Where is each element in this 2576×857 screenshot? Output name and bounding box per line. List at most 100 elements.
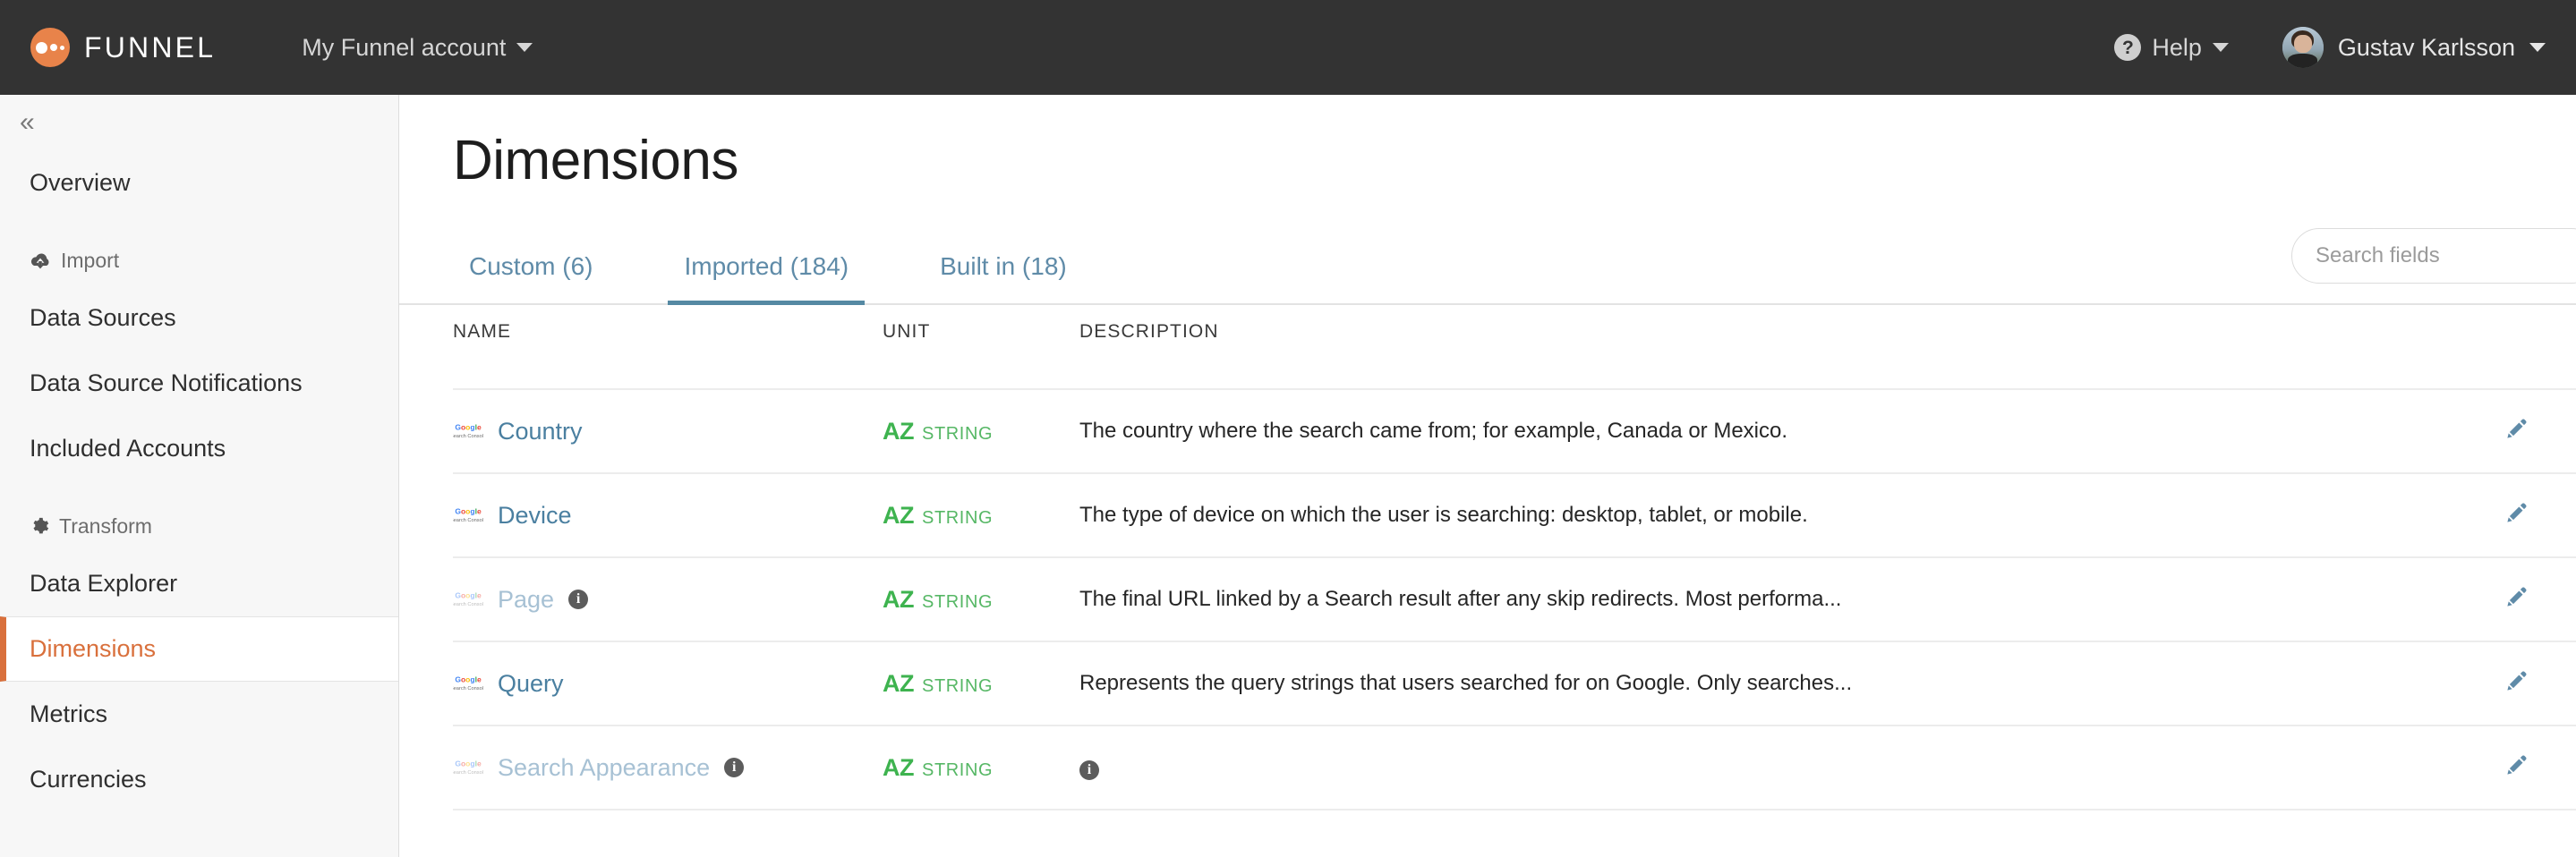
- dimension-name[interactable]: Search Appearance: [498, 754, 710, 782]
- sidebar-item-data-sources[interactable]: Data Sources: [0, 285, 398, 351]
- dimension-name-cell: Google Search Console Search Appearance …: [453, 754, 883, 782]
- user-name: Gustav Karlsson: [2337, 33, 2515, 61]
- tab-bar: Custom (6) Imported (184) Built in (18): [399, 226, 2576, 305]
- avatar: [2282, 27, 2324, 68]
- svg-text:Google: Google: [455, 422, 482, 431]
- account-label: My Funnel account: [302, 33, 507, 61]
- column-header-name[interactable]: NAME: [453, 305, 883, 355]
- dimension-name-cell: Google Search Console Country: [453, 418, 883, 445]
- svg-text:Search Console: Search Console: [453, 602, 483, 607]
- pencil-icon[interactable]: [2503, 668, 2529, 695]
- google-search-console-icon: Google Search Console: [453, 590, 483, 607]
- sidebar-item-label: Currencies: [30, 766, 147, 793]
- sidebar-item-data-explorer[interactable]: Data Explorer: [0, 551, 398, 616]
- tab-imported[interactable]: Imported (184): [668, 252, 866, 305]
- sidebar-item-currencies[interactable]: Currencies: [0, 747, 398, 812]
- table-row[interactable]: Google Search Console Query AZ STRING: [453, 641, 2576, 726]
- table-row[interactable]: Google Search Console Country AZ STRING: [453, 389, 2576, 474]
- sidebar-item-overview[interactable]: Overview: [0, 150, 398, 216]
- unit-type: STRING: [922, 591, 994, 612]
- top-bar: FUNNEL My Funnel account ? Help Gustav K…: [0, 0, 2576, 95]
- sidebar-item-metrics[interactable]: Metrics: [0, 682, 398, 747]
- unit-cell: AZ STRING: [883, 586, 1079, 614]
- sidebar-item-data-source-notifications[interactable]: Data Source Notifications: [0, 351, 398, 416]
- column-header-actions: [2503, 305, 2576, 355]
- user-menu[interactable]: Gustav Karlsson: [2282, 27, 2546, 68]
- sidebar-item-label: Included Accounts: [30, 435, 226, 462]
- pencil-icon[interactable]: [2503, 584, 2529, 611]
- sidebar-item-dimensions[interactable]: Dimensions: [0, 616, 398, 682]
- tab-built-in[interactable]: Built in (18): [924, 254, 1083, 305]
- svg-text:Google: Google: [455, 759, 482, 768]
- funnel-logo[interactable]: FUNNEL: [30, 28, 216, 67]
- unit-code: AZ: [883, 585, 915, 613]
- info-icon[interactable]: i: [568, 590, 589, 609]
- sidebar-item-label: Metrics: [30, 700, 107, 727]
- gear-icon: [30, 516, 49, 536]
- table-row-clipped[interactable]: -: [453, 355, 2576, 390]
- sidebar-item-included-accounts[interactable]: Included Accounts: [0, 416, 398, 481]
- google-search-console-icon: Google Search Console: [453, 675, 483, 692]
- table-row[interactable]: Google Search Console Device AZ STRING: [453, 473, 2576, 558]
- svg-text:Google: Google: [455, 675, 482, 683]
- search-fields-box[interactable]: [2291, 228, 2576, 284]
- chevron-down-icon: [2212, 43, 2229, 52]
- pencil-icon[interactable]: [2503, 500, 2529, 527]
- collapse-sidebar-icon[interactable]: «: [11, 106, 44, 140]
- google-search-console-icon: Google Search Console: [453, 506, 483, 523]
- dimension-name[interactable]: Query: [498, 670, 564, 698]
- sidebar: « Overview Import Data Sources Data Sour…: [0, 95, 399, 857]
- unit-type: STRING: [922, 759, 994, 780]
- pencil-icon[interactable]: [2503, 752, 2529, 779]
- svg-text:Search Console: Search Console: [453, 434, 483, 439]
- dimension-name[interactable]: Country: [498, 418, 583, 445]
- sidebar-item-label: Data Sources: [30, 304, 176, 331]
- chevron-down-icon: [2529, 43, 2546, 52]
- search-input[interactable]: [2316, 243, 2576, 268]
- table-head: NAME UNIT DESCRIPTION: [453, 305, 2576, 355]
- help-menu[interactable]: ? Help: [2114, 34, 2229, 62]
- info-icon[interactable]: i: [724, 758, 745, 777]
- account-switcher[interactable]: My Funnel account: [302, 34, 533, 62]
- page-title: Dimensions: [453, 130, 738, 191]
- sidebar-item-label: Data Source Notifications: [30, 369, 303, 396]
- dimension-name[interactable]: Device: [498, 502, 572, 530]
- sidebar-collapse-row: «: [0, 95, 398, 150]
- table-row[interactable]: Google Search Console Page i AZ: [453, 557, 2576, 642]
- column-header-unit[interactable]: UNIT: [883, 305, 1079, 355]
- google-search-console-icon: Google Search Console: [453, 422, 483, 439]
- dimension-description: The type of device on which the user is …: [1079, 503, 1808, 527]
- tab-label: Custom (6): [469, 252, 593, 280]
- unit-code: AZ: [883, 669, 915, 697]
- sidebar-group-import: Import: [0, 235, 398, 285]
- sidebar-group-label: Transform: [59, 513, 152, 538]
- question-circle-icon: ?: [2114, 34, 2142, 61]
- column-header-description[interactable]: DESCRIPTION: [1079, 305, 2503, 355]
- tab-label: Imported (184): [684, 252, 849, 280]
- unit-cell: AZ STRING: [883, 502, 1079, 530]
- svg-text:Search Console: Search Console: [453, 686, 483, 692]
- tab-custom[interactable]: Custom (6): [453, 254, 609, 305]
- svg-text:Google: Google: [455, 590, 482, 599]
- table-header-row: NAME UNIT DESCRIPTION: [453, 305, 2576, 355]
- sidebar-item-label: Data Explorer: [30, 570, 178, 597]
- dimension-name-cell: Google Search Console Query: [453, 670, 883, 698]
- pencil-icon[interactable]: [2503, 416, 2529, 443]
- dimension-name[interactable]: Page: [498, 586, 554, 614]
- sidebar-group-label: Import: [61, 248, 120, 272]
- main-content: Dimensions Custom (6) Imported (184) Bui…: [399, 95, 2576, 857]
- funnel-logo-mark-icon: [30, 28, 70, 67]
- sidebar-group-transform: Transform: [0, 501, 398, 551]
- unit-cell: AZ STRING: [883, 754, 1079, 782]
- unit-type: STRING: [922, 507, 994, 528]
- unit-code: AZ: [883, 753, 915, 781]
- table-row[interactable]: Google Search Console Search Appearance …: [453, 725, 2576, 810]
- info-icon[interactable]: i: [1079, 760, 1099, 780]
- svg-text:Google: Google: [455, 506, 482, 515]
- dimension-description: Represents the query strings that users …: [1079, 671, 1853, 695]
- clipped-name-cell: [453, 355, 883, 390]
- tab-label: Built in (18): [940, 252, 1067, 280]
- dimension-description: The final URL linked by a Search result …: [1079, 587, 1842, 611]
- clipped-action: -: [2503, 355, 2511, 360]
- page-header: Dimensions: [399, 95, 2576, 192]
